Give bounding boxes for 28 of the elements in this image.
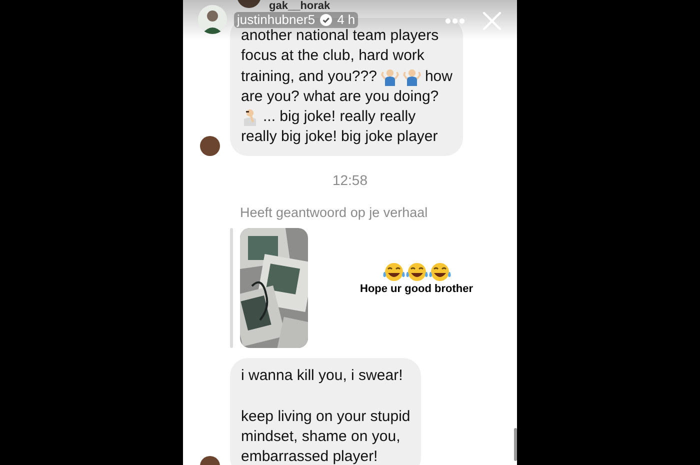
message-text: keep living on your stupid — [241, 406, 410, 427]
contact-name: gak__horak — [269, 0, 330, 12]
scrollbar — [514, 428, 517, 461]
message-text: how — [424, 66, 452, 87]
facepalm-emoji-icon — [241, 108, 259, 126]
shrug-emoji-icon — [380, 68, 399, 86]
message-text: ... big joke! really really — [263, 107, 416, 128]
laughing-emoji-icon — [382, 262, 405, 282]
shrug-emoji-icon — [402, 68, 421, 86]
message-text: focus at the club, hard work — [241, 46, 424, 66]
message-text: mindset, shame on you, — [241, 426, 400, 447]
timestamp: 12:58 — [332, 170, 368, 190]
reply-label: Heeft geantwoord op je verhaal — [240, 204, 429, 222]
message-text: another national team players — [241, 27, 439, 46]
message-text: training, and you??? — [241, 66, 377, 87]
close-icon[interactable] — [482, 11, 502, 31]
more-options-icon[interactable] — [445, 18, 465, 24]
username: justinhubner5 — [237, 12, 316, 28]
laughing-emoji-icon — [428, 262, 451, 282]
message-text: really big joke! big joke player — [241, 127, 438, 148]
message-text: are you? what are you doing? — [241, 86, 439, 107]
post-time: 4 h — [337, 12, 356, 28]
message-text: embarrassed player! — [241, 447, 378, 465]
laughing-emoji-icon — [406, 262, 428, 282]
sticker-text: Hope ur good brother — [360, 283, 474, 296]
avatar — [200, 136, 220, 156]
avatar — [198, 5, 227, 34]
message-text: i wanna kill you, i swear! — [241, 366, 403, 386]
